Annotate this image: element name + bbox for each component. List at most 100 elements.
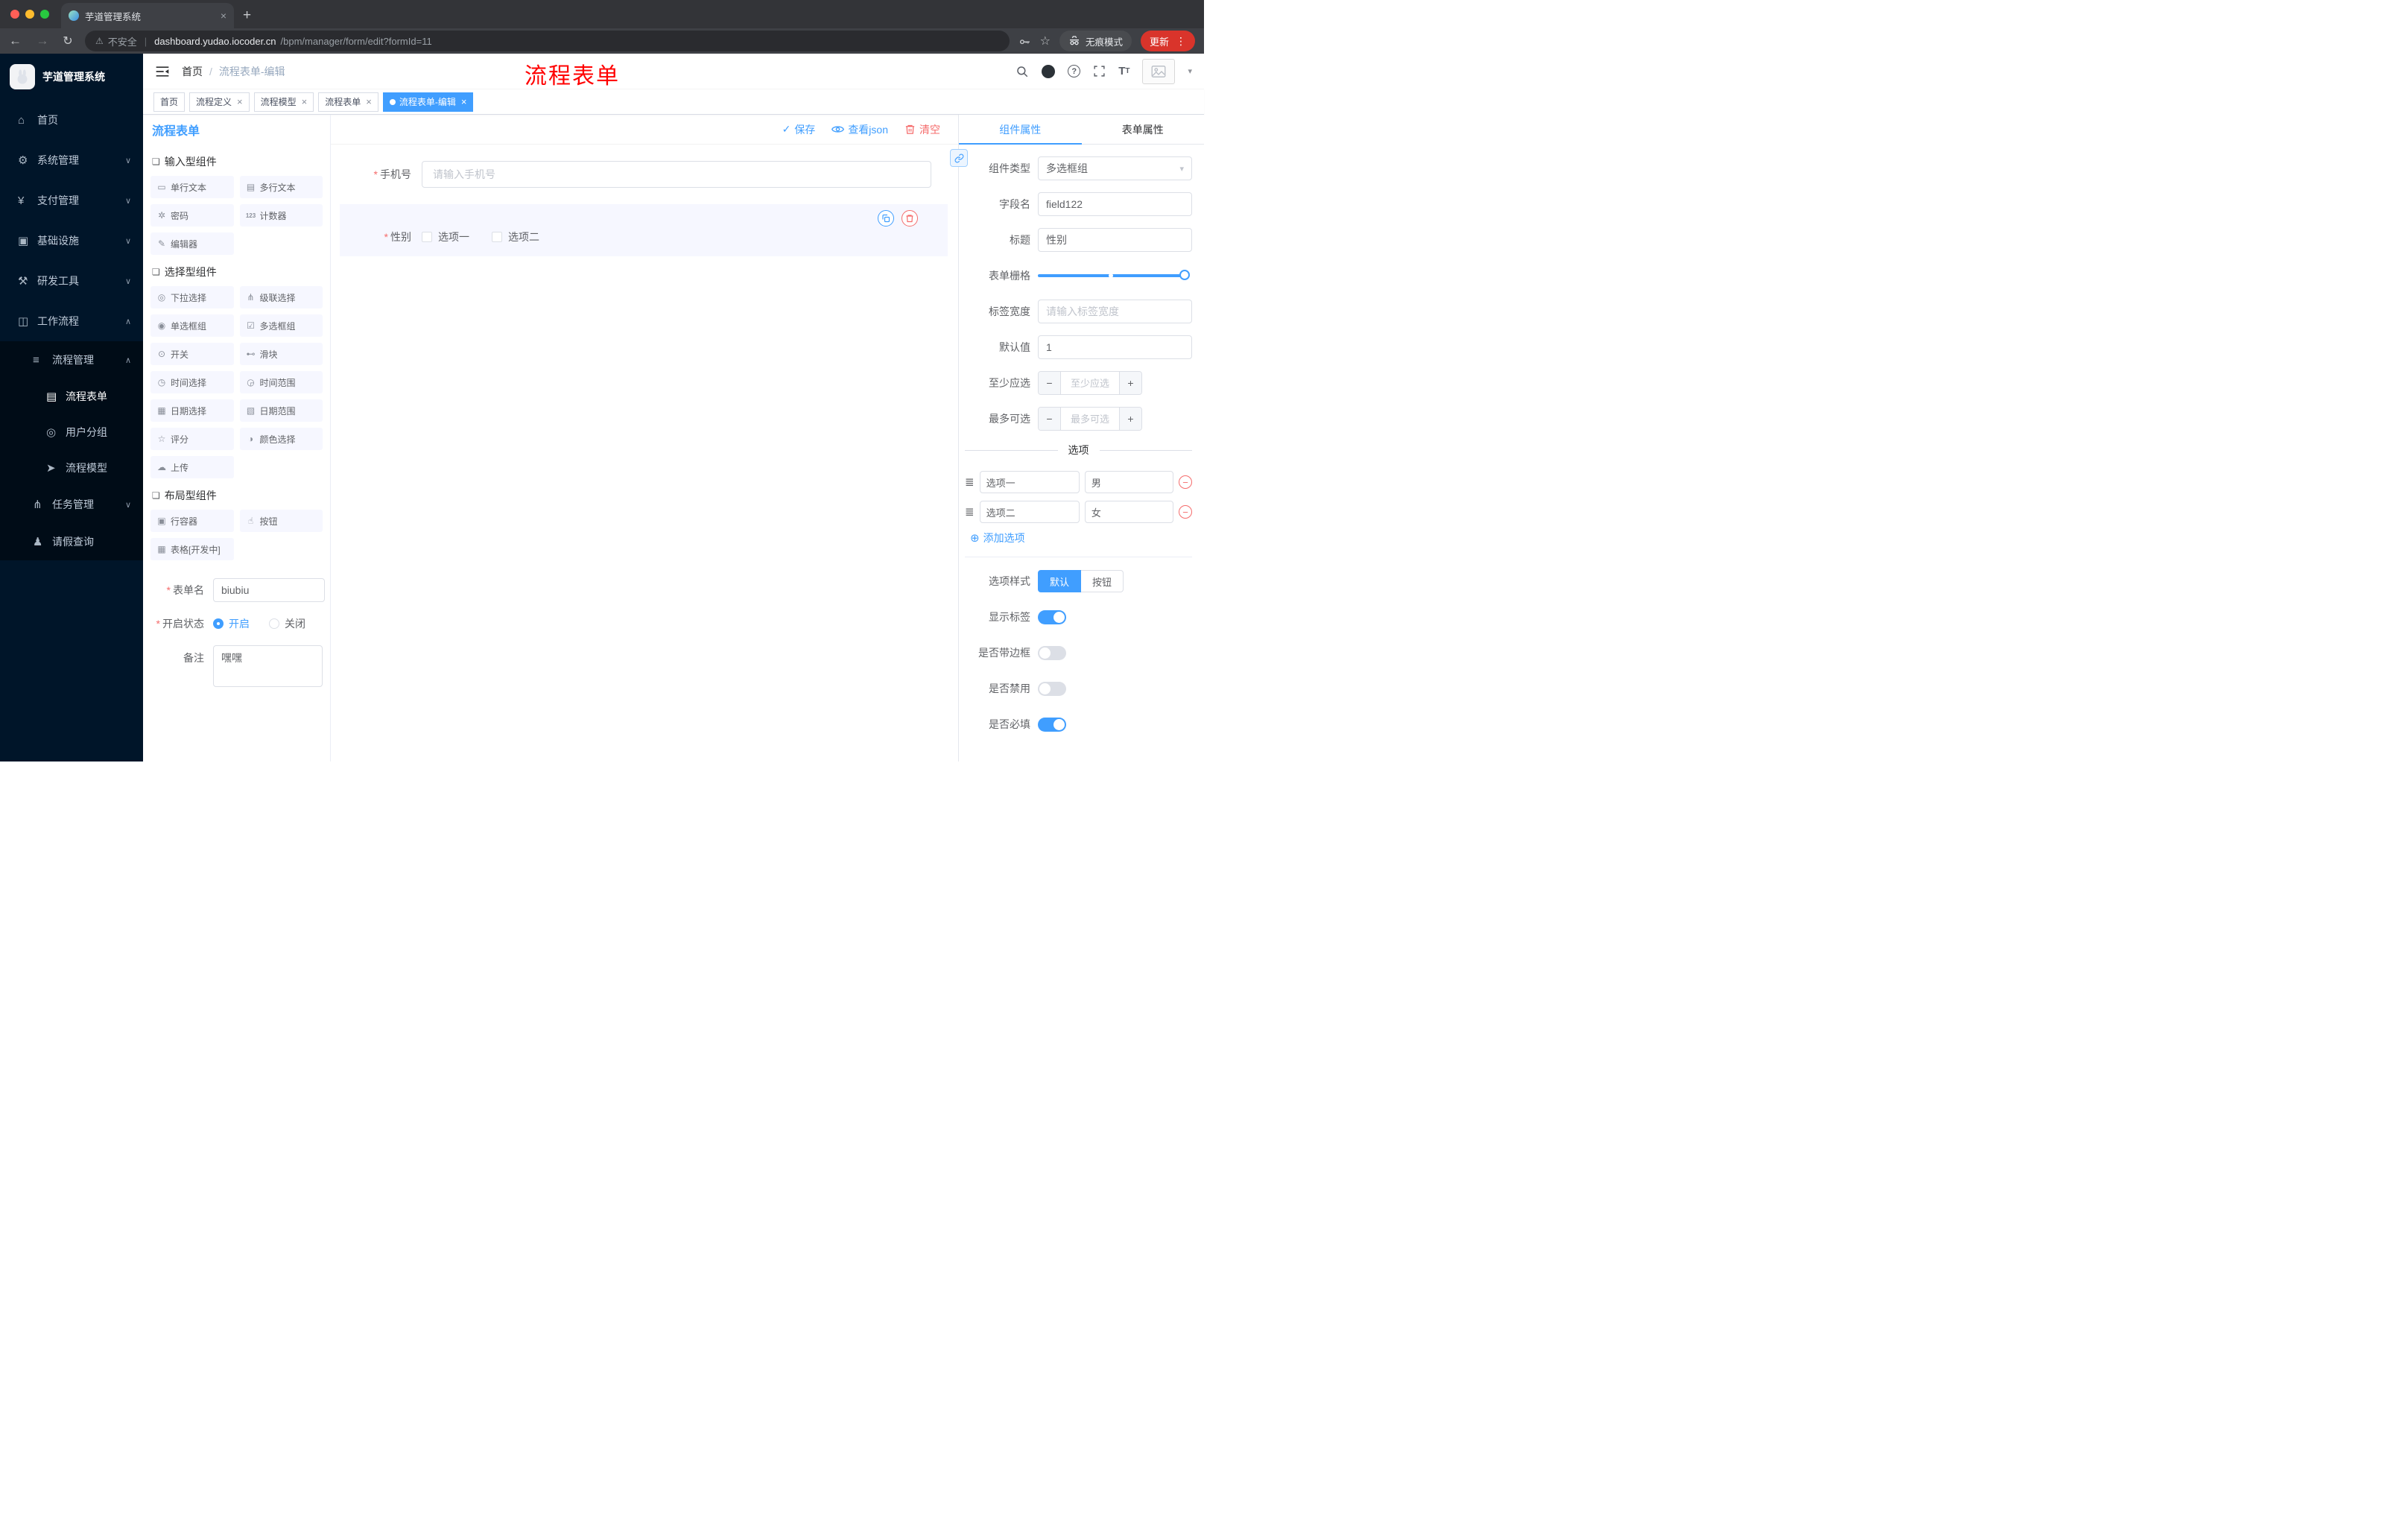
palette-item-color-picker[interactable]: ◑ 颜色选择 [239,428,323,450]
option-1-value-input[interactable] [1084,471,1173,493]
palette-item-cascader[interactable]: ⋔ 级联选择 [239,286,323,308]
palette-item-row-container[interactable]: ▣ 行容器 [150,510,234,532]
palette-item-single-line-text[interactable]: ▭ 单行文本 [150,176,234,198]
palette-item-date-picker[interactable]: ▦ 日期选择 [150,399,234,422]
browser-menu-icon[interactable]: ⋮ [1176,35,1186,48]
drag-handle-icon[interactable]: ≣ [965,475,975,489]
sidebar-item-devtools[interactable]: ⚒ 研发工具 ∨ [0,261,143,301]
remove-option-button[interactable]: − [1179,505,1192,519]
doc-link-button[interactable] [950,149,968,167]
view-json-button[interactable]: 查看json [831,122,888,137]
delete-field-button[interactable] [902,210,918,227]
font-size-icon[interactable]: TT [1118,65,1129,77]
default-value-input[interactable] [1038,335,1192,359]
palette-item-switch[interactable]: ⊙ 开关 [150,343,234,365]
selected-field-gender[interactable]: * 性别 选项一 选项二 [340,204,948,256]
palette-item-slider[interactable]: ⊷ 滑块 [239,343,323,365]
drag-handle-icon[interactable]: ≣ [965,505,975,519]
bookmark-star-icon[interactable]: ☆ [1040,34,1051,48]
label-width-input[interactable] [1038,300,1192,323]
palette-item-select[interactable]: ◎ 下拉选择 [150,286,234,308]
tag-close-icon[interactable]: × [237,96,243,107]
minus-button[interactable]: − [1039,408,1061,430]
palette-item-time-picker[interactable]: ◷ 时间选择 [150,371,234,393]
style-button-button[interactable]: 按钮 [1081,570,1124,592]
status-radio-off[interactable]: 关闭 [269,616,305,631]
sidebar-item-process-mgmt[interactable]: ≡ 流程管理 ∧ [0,341,143,379]
palette-item-date-range[interactable]: ▧ 日期范围 [239,399,323,422]
palette-item-checkbox-group[interactable]: ☑ 多选框组 [239,314,323,337]
tag-process-form-edit[interactable]: 流程表单-编辑 × [382,92,474,112]
field-phone[interactable]: * 手机号 [340,161,949,188]
palette-item-radio-group[interactable]: ◉ 单选框组 [150,314,234,337]
window-zoom-button[interactable] [40,10,49,19]
browser-tab[interactable]: 芋道管理系统 × [61,3,234,28]
help-icon[interactable]: ? [1068,65,1081,77]
avatar[interactable] [1142,58,1176,84]
form-remark-textarea[interactable]: 嘿嘿 [213,645,323,687]
breadcrumb-home[interactable]: 首页 [182,64,203,79]
tag-process-form[interactable]: 流程表单 × [318,92,378,112]
copy-field-button[interactable] [878,210,894,227]
tag-process-model[interactable]: 流程模型 × [253,92,314,112]
component-type-select[interactable]: 多选框组 ▾ [1038,156,1192,180]
border-toggle[interactable] [1038,645,1066,660]
palette-item-upload[interactable]: ☁ 上传 [150,456,234,478]
sidebar-item-leave-query[interactable]: ♟ 请假查询 [0,523,143,560]
tab-component-props[interactable]: 组件属性 [959,115,1082,145]
plus-button[interactable]: + [1119,408,1141,430]
sidebar-item-home[interactable]: ⌂ 首页 [0,100,143,140]
reload-button[interactable]: ↻ [60,34,76,48]
slider-handle[interactable] [1179,270,1190,280]
remove-option-button[interactable]: − [1179,475,1192,489]
tab-close-icon[interactable]: × [221,10,226,22]
sidebar-item-workflow[interactable]: ◫ 工作流程 ∧ [0,301,143,341]
back-button[interactable]: ← [9,34,25,48]
window-close-button[interactable] [10,10,19,19]
min-stepper-input[interactable] [1061,372,1119,394]
sidebar-item-task-mgmt[interactable]: ⋔ 任务管理 ∨ [0,486,143,523]
sidebar-item-system[interactable]: ⚙ 系统管理 ∨ [0,140,143,180]
password-key-icon[interactable] [1018,35,1031,48]
sidebar-item-user-groups[interactable]: ◎ 用户分组 [0,414,143,450]
window-minimize-button[interactable] [25,10,34,19]
update-button[interactable]: 更新 ⋮ [1140,31,1195,51]
palette-item-editor[interactable]: ✎ 编辑器 [150,232,234,255]
palette-item-button[interactable]: ☝ 按钮 [239,510,323,532]
field-name-input[interactable] [1038,192,1192,216]
palette-item-table[interactable]: ▦ 表格[开发中] [150,538,234,560]
required-toggle[interactable] [1038,717,1066,732]
sidebar-collapse-icon[interactable] [155,64,170,79]
sidebar-item-infra[interactable]: ▣ 基础设施 ∨ [0,221,143,261]
title-input[interactable] [1038,228,1192,252]
sidebar-item-process-form[interactable]: ▤ 流程表单 [0,379,143,414]
address-bar[interactable]: ⚠ 不安全 | dashboard.yudao.iocoder.cn /bpm/… [85,31,1010,51]
palette-item-time-range[interactable]: ◶ 时间范围 [239,371,323,393]
style-default-button[interactable]: 默认 [1038,570,1082,592]
tag-process-definition[interactable]: 流程定义 × [189,92,250,112]
palette-item-password[interactable]: ✲ 密码 [150,204,234,227]
status-radio-on[interactable]: 开启 [213,616,250,631]
option-2-value-input[interactable] [1084,501,1173,523]
option-2-label-input[interactable] [979,501,1080,523]
search-icon[interactable] [1016,65,1029,78]
tag-close-icon[interactable]: × [302,96,308,107]
palette-item-counter[interactable]: 123 计数器 [239,204,323,227]
palette-item-rate[interactable]: ☆ 评分 [150,428,234,450]
checkbox-option-1[interactable]: 选项一 [422,229,469,244]
tag-close-icon[interactable]: × [366,96,372,107]
phone-input[interactable] [422,161,931,188]
checkbox-option-2[interactable]: 选项二 [492,229,539,244]
max-stepper-input[interactable] [1061,408,1119,430]
tag-close-icon[interactable]: × [461,96,467,107]
new-tab-button[interactable]: + [243,7,251,24]
add-option-button[interactable]: ⊕ 添加选项 [970,531,1192,545]
github-icon[interactable] [1042,64,1056,78]
sidebar-item-payment[interactable]: ¥ 支付管理 ∨ [0,180,143,221]
show-label-toggle[interactable] [1038,609,1066,624]
grid-slider[interactable] [1038,270,1190,280]
fullscreen-icon[interactable] [1093,65,1106,77]
tag-home[interactable]: 首页 [153,92,186,112]
sidebar-item-process-model[interactable]: ➤ 流程模型 [0,450,143,486]
form-name-input[interactable] [213,578,325,602]
